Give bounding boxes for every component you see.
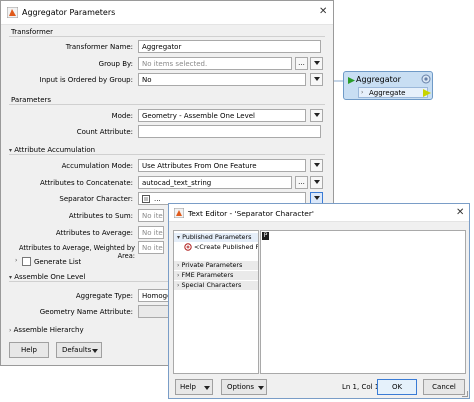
node-title: Aggregator [356,75,401,84]
expand-triangle-icon[interactable]: › [15,257,17,264]
port-expand-icon: › [361,89,364,96]
accumulation-mode-label: Accumulation Mode: [61,162,133,170]
chevron-down-icon [313,196,320,200]
dialog-titlebar[interactable]: Aggregator Parameters ✕ [1,1,333,25]
tree-item-private[interactable]: › Private Parameters [174,261,258,270]
expand-triangle-icon: › [177,272,180,279]
fme-app-icon [174,208,184,218]
accumulation-mode-dropdown-button[interactable] [310,159,323,172]
dialog-title: Text Editor - 'Separator Character' [188,209,314,218]
group-by-dropdown-button[interactable] [310,57,323,70]
close-icon[interactable]: ✕ [319,6,327,17]
attributes-average-input[interactable]: No items [138,226,164,239]
chevron-down-icon [313,61,320,65]
section-attribute-accumulation[interactable]: ▾ Attribute Accumulation [9,146,95,154]
attributes-concatenate-dropdown-button[interactable] [310,176,323,189]
attributes-concatenate-browse-button[interactable]: ... [295,176,308,189]
chevron-down-icon [313,180,320,184]
fme-app-icon [7,7,18,18]
attributes-sum-input[interactable]: No items [138,209,164,222]
transformer-name-input[interactable]: Aggregator [138,40,321,53]
mode-select[interactable]: Geometry - Assemble One Level [138,109,306,122]
help-button[interactable]: Help [175,379,213,395]
collapse-triangle-icon: ▾ [177,234,181,241]
create-parameter-icon [184,243,192,251]
accumulation-mode-select[interactable]: Use Attributes From One Feature [138,159,306,172]
attributes-average-label: Attributes to Average: [55,229,133,237]
collapse-triangle-icon: ▾ [9,274,13,281]
aggregate-type-label: Aggregate Type: [75,292,133,300]
collapse-triangle-icon: ▾ [9,147,13,154]
output-port[interactable]: › Aggregate [358,87,428,98]
chevron-down-icon [313,77,320,81]
tree-item-special[interactable]: › Special Characters [174,281,258,290]
transformer-name-label: Transformer Name: [65,43,133,51]
cursor-position-status: Ln 1, Col 1 [342,383,380,391]
aggregate-type-select[interactable]: Homogen [138,289,169,302]
aggregator-node[interactable]: Aggregator › Aggregate [343,71,433,100]
group-by-label: Group By: [98,60,133,68]
section-divider [9,36,325,37]
group-by-browse-button[interactable]: ... [295,57,308,70]
chevron-down-icon [258,386,264,390]
cancel-button[interactable]: Cancel [423,379,465,395]
help-button[interactable]: Help [9,342,49,358]
text-editor-icon [142,195,150,203]
ok-button[interactable]: OK [377,379,417,395]
input-ordered-dropdown-button[interactable] [310,73,323,86]
count-attribute-label: Count Attribute: [76,128,133,136]
geometry-name-label: Geometry Name Attribute: [39,308,133,316]
port-label: Aggregate [369,89,406,97]
expand-triangle-icon: › [177,282,180,289]
expand-triangle-icon: › [177,262,180,269]
expand-triangle-icon: › [9,327,12,334]
section-assemble-one-level[interactable]: ▾ Assemble One Level [9,273,85,281]
geometry-name-input[interactable] [138,305,169,318]
text-editor-area[interactable]: P [260,230,466,374]
dialog-title: Aggregator Parameters [22,8,116,17]
tree-item-published[interactable]: ▾ Published Parameters [174,233,258,242]
section-transformer: Transformer [11,28,54,36]
attributes-concatenate-label: Attributes to Concatenate: [40,179,133,187]
chevron-down-icon [92,349,98,353]
parameter-tree[interactable]: ▾ Published Parameters <Create Published… [173,230,259,374]
input-ordered-select[interactable]: No [138,73,306,86]
chevron-down-icon [313,113,320,117]
mode-label: Mode: [111,112,133,120]
options-button[interactable]: Options [221,379,267,395]
editor-token: P [262,232,269,240]
attributes-concatenate-input[interactable]: autocad_text_string [138,176,292,189]
section-assemble-hierarchy[interactable]: › Assemble Hierarchy [9,326,84,334]
chevron-down-icon [313,163,320,167]
input-ordered-label: Input is Ordered by Group: [39,76,133,84]
input-port-icon[interactable] [347,76,356,85]
generate-list-label: Generate List [34,258,82,266]
generate-list-checkbox[interactable] [22,257,31,266]
tree-item-fme[interactable]: › FME Parameters [174,271,258,280]
group-by-input[interactable]: No items selected. [138,57,292,70]
dialog-titlebar[interactable]: Text Editor - 'Separator Character' ✕ [169,204,469,222]
resize-grip[interactable] [462,391,468,397]
tree-item-create-published[interactable]: <Create Published P [174,243,258,252]
section-divider [9,104,325,105]
separator-character-label: Separator Character: [59,195,133,203]
text-editor-dialog: Text Editor - 'Separator Character' ✕ ▾ … [168,203,470,399]
gear-icon[interactable] [421,74,431,84]
close-icon[interactable]: ✕ [456,207,464,218]
defaults-button[interactable]: Defaults [56,342,102,358]
mode-dropdown-button[interactable] [310,109,323,122]
output-port-arrow-icon[interactable] [423,89,431,97]
count-attribute-input[interactable] [138,125,321,138]
section-divider [9,154,325,155]
attributes-sum-label: Attributes to Sum: [68,212,133,220]
section-parameters: Parameters [11,96,52,104]
chevron-down-icon [204,386,210,390]
attributes-weighted-input[interactable]: No items [138,241,164,254]
